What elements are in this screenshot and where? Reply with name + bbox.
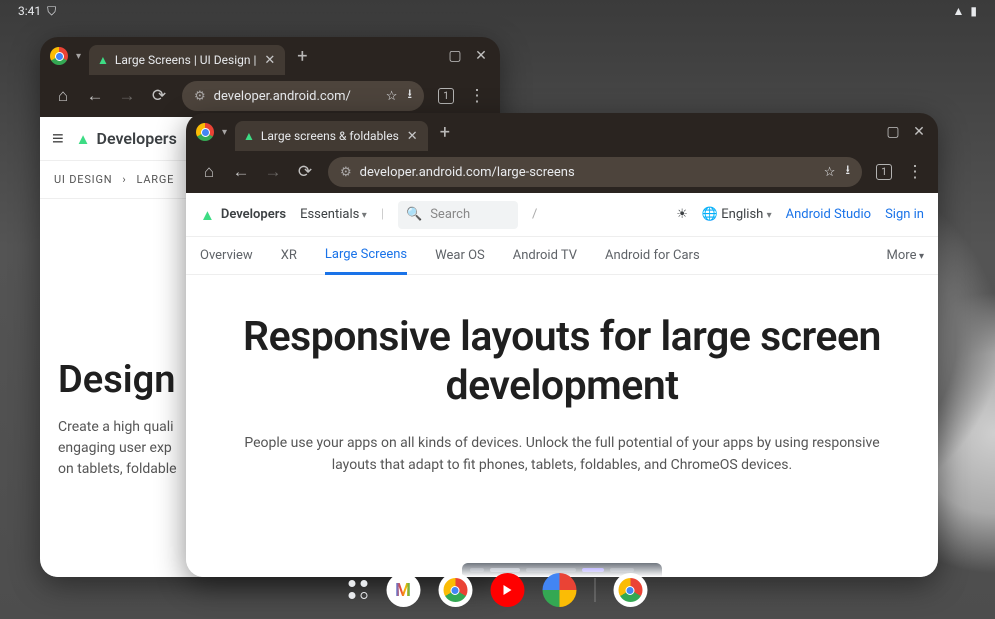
tab-dropdown-icon[interactable]: ▾ <box>222 127 227 138</box>
address-bar[interactable]: ⚙ developer.android.com/ ☆ ⭳ <box>182 81 424 111</box>
bookmark-icon[interactable]: ☆ <box>824 165 836 180</box>
home-icon[interactable]: ⌂ <box>200 163 218 181</box>
back-icon[interactable]: ← <box>86 87 104 105</box>
app-drawer-icon[interactable] <box>348 580 368 600</box>
wifi-icon: ▲ <box>953 4 965 18</box>
google-photos-icon[interactable] <box>542 573 576 607</box>
language-dropdown[interactable]: 🌐 English <box>702 207 772 222</box>
search-input[interactable]: 🔍 Search <box>398 201 518 229</box>
bookmark-icon[interactable]: ☆ <box>386 89 398 104</box>
header-divider: | <box>381 207 384 222</box>
subnav-xr[interactable]: XR <box>281 248 297 263</box>
site-settings-icon[interactable]: ⚙ <box>340 165 352 180</box>
language-label: English <box>721 207 763 222</box>
maximize-icon[interactable]: ▢ <box>884 123 902 141</box>
overflow-menu-icon[interactable]: ⋮ <box>468 87 486 105</box>
new-tab-button[interactable]: + <box>436 122 454 143</box>
search-shortcut-hint: / <box>532 207 537 222</box>
browser-toolbar: ⌂ ← → ⟳ ⚙ developer.android.com/large-sc… <box>186 151 938 193</box>
reload-icon[interactable]: ⟳ <box>150 87 168 105</box>
status-shield-icon: ⛉ <box>47 4 56 19</box>
android-studio-link[interactable]: Android Studio <box>786 207 871 222</box>
subnav-android-tv[interactable]: Android TV <box>513 248 577 263</box>
system-statusbar: 3:41 ⛉ ▲ ▮ <box>0 0 995 22</box>
browser-tab[interactable]: ▲ Large screens & foldables ✕ <box>235 121 428 151</box>
home-icon[interactable]: ⌂ <box>54 87 72 105</box>
forward-icon: → <box>118 87 136 105</box>
developers-logo[interactable]: ▲ Developers <box>76 129 177 148</box>
android-icon: ▲ <box>243 129 255 143</box>
battery-icon: ▮ <box>970 4 977 18</box>
chrome-icon <box>50 47 68 65</box>
site-settings-icon[interactable]: ⚙ <box>194 89 206 104</box>
sign-in-link[interactable]: Sign in <box>885 207 924 222</box>
chrome-running-app-icon[interactable] <box>613 573 647 607</box>
gmail-icon[interactable]: M <box>386 573 420 607</box>
tab-close-icon[interactable]: ✕ <box>405 129 420 144</box>
subnav-overview[interactable]: Overview <box>200 248 253 263</box>
android-icon: ▲ <box>97 53 109 67</box>
chevron-right-icon: › <box>122 173 126 186</box>
subnav-large-screens[interactable]: Large Screens <box>325 237 407 275</box>
close-window-icon[interactable]: ✕ <box>472 47 490 65</box>
hero-title: Responsive layouts for large screen deve… <box>214 313 910 411</box>
search-placeholder: Search <box>430 207 470 222</box>
browser-toolbar: ⌂ ← → ⟳ ⚙ developer.android.com/ ☆ ⭳ 1 ⋮ <box>40 75 500 117</box>
hero-body: People use your apps on all kinds of dev… <box>242 433 882 476</box>
android-icon: ▲ <box>200 206 215 224</box>
download-icon[interactable]: ⭳ <box>407 85 412 107</box>
chrome-app-icon[interactable] <box>438 573 472 607</box>
back-icon[interactable]: ← <box>232 163 250 181</box>
subnav-more-dropdown[interactable]: More <box>887 248 924 263</box>
youtube-icon[interactable] <box>490 573 524 607</box>
hero-section: Responsive layouts for large screen deve… <box>186 275 938 515</box>
address-bar[interactable]: ⚙ developer.android.com/large-screens ☆ … <box>328 157 862 187</box>
status-time: 3:41 <box>18 4 41 18</box>
tab-close-icon[interactable]: ✕ <box>262 53 277 68</box>
taskbar-divider <box>594 578 595 602</box>
site-header: ▲ Developers Essentials | 🔍 Search / ☀ 🌐… <box>186 193 938 237</box>
brand-text: Developers <box>97 129 177 148</box>
url-text: developer.android.com/large-screens <box>360 165 575 180</box>
tab-title: Large screens & foldables <box>261 129 399 143</box>
url-text: developer.android.com/ <box>214 89 351 104</box>
theme-toggle-icon[interactable]: ☀ <box>676 207 688 222</box>
forward-icon: → <box>264 163 282 181</box>
brand-text: Developers <box>221 207 286 222</box>
crumb-item[interactable]: UI DESIGN <box>54 173 112 186</box>
android-icon: ▲ <box>76 130 91 148</box>
window-titlebar: ▾ ▲ Large Screens | UI Design | ✕ + ▢ ✕ <box>40 37 500 75</box>
overflow-menu-icon[interactable]: ⋮ <box>906 163 924 181</box>
tab-count-icon[interactable]: 1 <box>876 164 892 180</box>
browser-tab[interactable]: ▲ Large Screens | UI Design | ✕ <box>89 45 285 75</box>
essentials-dropdown[interactable]: Essentials <box>300 207 367 222</box>
close-window-icon[interactable]: ✕ <box>910 123 928 141</box>
reload-icon[interactable]: ⟳ <box>296 163 314 181</box>
browser-window-front[interactable]: ▾ ▲ Large screens & foldables ✕ + ▢ ✕ ⌂ … <box>186 113 938 577</box>
maximize-icon[interactable]: ▢ <box>446 47 464 65</box>
tab-dropdown-icon[interactable]: ▾ <box>76 51 81 62</box>
subnav-wear-os[interactable]: Wear OS <box>435 248 485 263</box>
search-icon: 🔍 <box>406 207 422 222</box>
hamburger-menu-icon[interactable]: ≡ <box>52 126 64 151</box>
system-taskbar: M <box>332 567 663 613</box>
developers-logo[interactable]: ▲ Developers <box>200 206 286 224</box>
download-icon[interactable]: ⭳ <box>845 161 850 183</box>
crumb-item[interactable]: LARGE <box>137 173 175 186</box>
window-titlebar: ▾ ▲ Large screens & foldables ✕ + ▢ ✕ <box>186 113 938 151</box>
new-tab-button[interactable]: + <box>293 46 311 67</box>
tab-title: Large Screens | UI Design | <box>115 53 256 67</box>
page-content-front: ▲ Developers Essentials | 🔍 Search / ☀ 🌐… <box>186 193 938 577</box>
subnav-android-cars[interactable]: Android for Cars <box>605 248 700 263</box>
tab-count-icon[interactable]: 1 <box>438 88 454 104</box>
globe-icon: 🌐 <box>702 207 718 222</box>
chrome-icon <box>196 123 214 141</box>
site-subnav: Overview XR Large Screens Wear OS Androi… <box>186 237 938 275</box>
